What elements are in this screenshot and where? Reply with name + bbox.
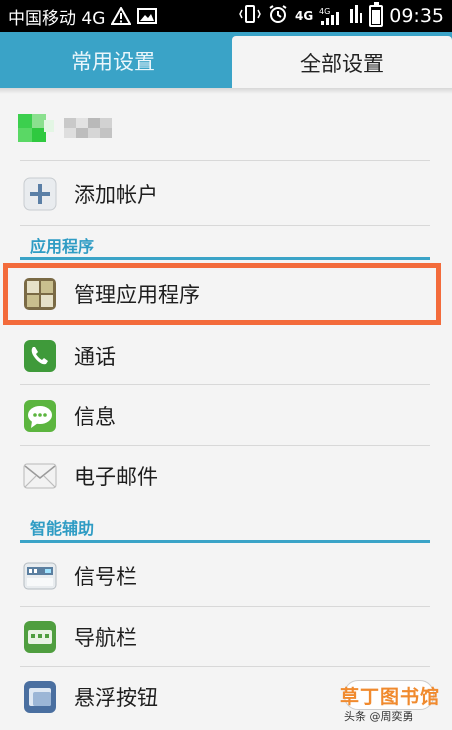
phone-icon xyxy=(22,338,58,374)
signal-bar-icon xyxy=(22,558,58,594)
section-header-apps: 应用程序 xyxy=(30,237,95,256)
alarm-icon xyxy=(267,4,289,29)
nav-bar-icon xyxy=(22,619,58,655)
tab-shadow xyxy=(0,88,452,94)
network-type-2: 4G xyxy=(319,7,330,16)
message-icon xyxy=(22,398,58,434)
nav-bar-label: 导航栏 xyxy=(74,626,137,650)
section-header-smart-assist: 智能辅助 xyxy=(30,519,95,538)
calls-row[interactable]: 通话 xyxy=(0,325,452,387)
messages-row[interactable]: 信息 xyxy=(0,385,452,447)
warning-icon xyxy=(110,5,133,25)
status-right: 4G 4G 09:35 xyxy=(239,2,444,29)
highlight-box xyxy=(3,263,441,325)
add-account-row[interactable]: 添加帐户 xyxy=(0,163,452,225)
tab-all-settings[interactable]: 全部设置 xyxy=(232,36,452,90)
sim-icon xyxy=(349,4,363,29)
image-icon xyxy=(137,7,158,25)
nav-bar-row[interactable]: 导航栏 xyxy=(0,606,452,668)
account-name-blurred xyxy=(64,116,120,140)
floating-button-icon xyxy=(22,679,58,715)
plus-icon xyxy=(22,176,58,212)
vibrate-icon xyxy=(239,4,261,29)
watermark: 草丁图书馆 头条 @周奕勇 xyxy=(326,680,446,726)
account-avatar[interactable] xyxy=(18,108,58,148)
battery-icon xyxy=(369,2,384,27)
clock: 09:35 xyxy=(389,5,444,27)
carrier-label: 中国移动 4G xyxy=(8,8,106,29)
signal-bar-row[interactable]: 信号栏 xyxy=(0,545,452,607)
divider xyxy=(20,160,430,161)
floating-button-label: 悬浮按钮 xyxy=(74,686,158,710)
divider xyxy=(20,225,430,226)
tab-common-settings[interactable]: 常用设置 xyxy=(0,32,226,90)
calls-label: 通话 xyxy=(74,345,116,369)
section-divider xyxy=(20,257,430,260)
watermark-author: 头条 @周奕勇 xyxy=(344,710,414,723)
add-account-label: 添加帐户 xyxy=(74,183,158,207)
email-row[interactable]: 电子邮件 xyxy=(0,445,452,507)
settings-tabs: 常用设置 全部设置 xyxy=(0,32,452,90)
signal-icon: 4G xyxy=(319,6,343,26)
status-bar: 中国移动 4G 4G 4G 09:35 xyxy=(0,0,452,32)
mail-icon xyxy=(22,458,58,494)
section-divider xyxy=(20,540,430,543)
carrier-group: 中国移动 4G xyxy=(8,4,158,29)
messages-label: 信息 xyxy=(74,405,116,429)
email-label: 电子邮件 xyxy=(74,465,158,489)
signal-bar-label: 信号栏 xyxy=(74,565,137,589)
network-type-1: 4G xyxy=(295,9,314,23)
watermark-title: 草丁图书馆 xyxy=(340,686,441,708)
